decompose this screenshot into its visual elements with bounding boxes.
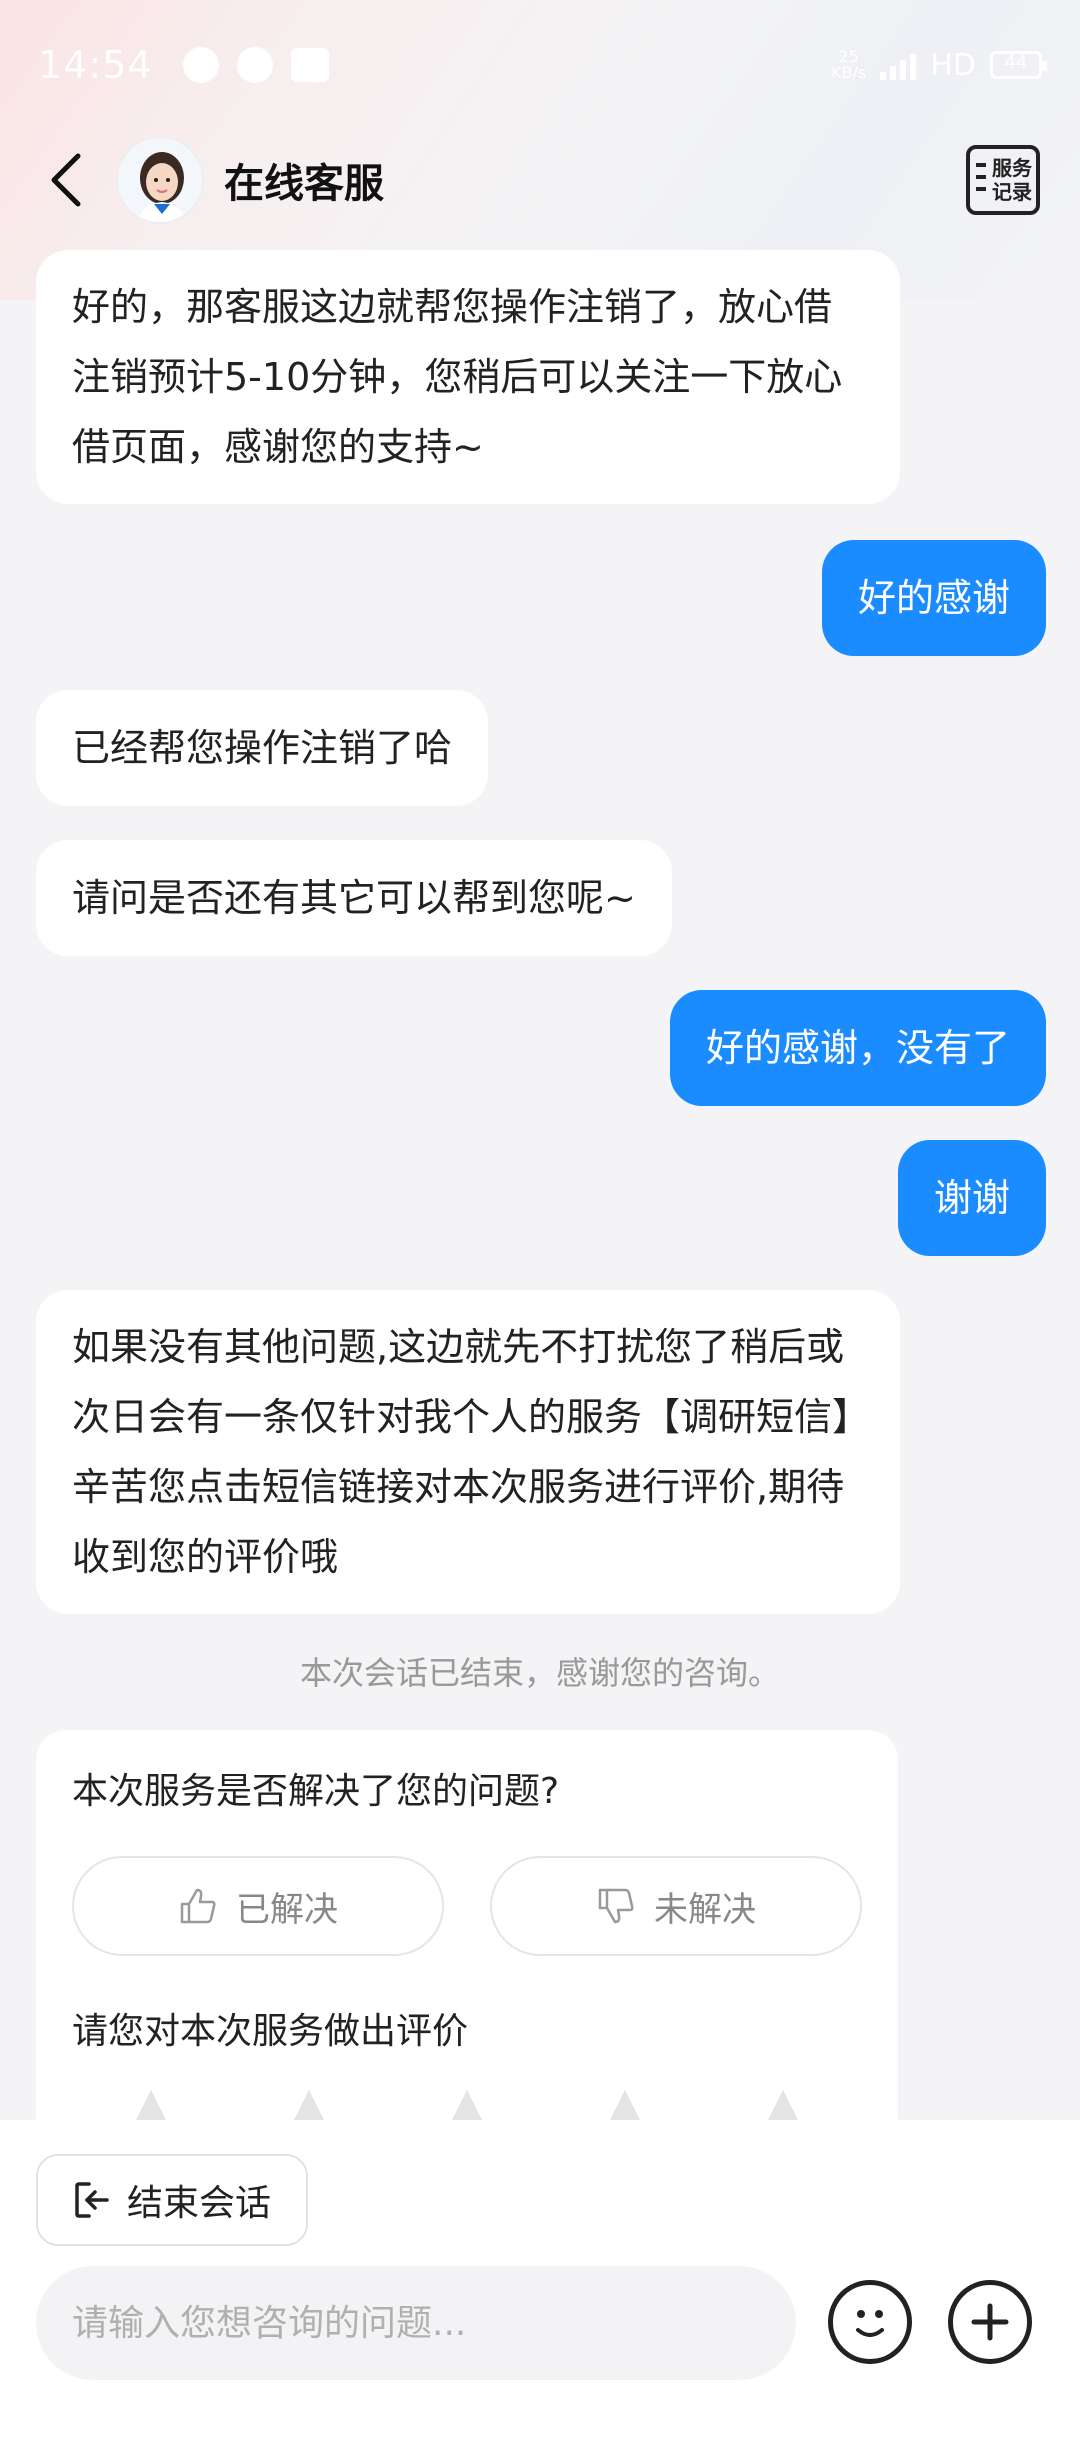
battery-level: 44 (1004, 52, 1028, 73)
service-record-button[interactable]: 服务 记录 (966, 145, 1040, 215)
network-speed: 25 KB/s (831, 47, 867, 82)
message-text: 谢谢 (933, 1176, 1010, 1220)
star-icon[interactable] (610, 2090, 640, 2120)
page-title: 在线客服 (224, 161, 384, 207)
message-user: 好的感谢 (821, 540, 1046, 656)
notification-circle-icon (182, 47, 219, 83)
agent-avatar (116, 136, 204, 224)
message-agent: 已经帮您操作注销了哈 (36, 690, 489, 806)
thumbs-up-icon (180, 1888, 216, 1924)
agent-avatar-image (118, 138, 202, 222)
survey-question: 本次服务是否解决了您的问题? (72, 1771, 560, 1812)
battery-icon: 44 (990, 51, 1047, 79)
message-text: 已经帮您操作注销了哈 (72, 726, 453, 770)
message-user: 好的感谢，没有了 (669, 990, 1046, 1106)
end-session-button[interactable]: 结束会话 (36, 2154, 308, 2246)
message-text: 如果没有其他问题,这边就先不打扰您了稍后或次日会有一条仅针对我个人的服务【调研短… (72, 1325, 852, 1579)
emoji-icon (856, 2310, 884, 2337)
status-bar: 14:54 25 KB/s HD 44 (0, 0, 1080, 130)
message-text: 好的感谢 (857, 576, 1010, 620)
status-right-icons: 25 KB/s HD 44 (831, 47, 1047, 83)
exit-icon (75, 2182, 109, 2218)
star-icon[interactable] (294, 2090, 324, 2120)
message-agent: 好的，那客服这边就帮您操作注销了，放心借注销预计5-10分钟，您稍后可以关注一下… (36, 250, 900, 504)
message-user: 谢谢 (897, 1140, 1046, 1256)
service-record-label-2: 记录 (992, 180, 1032, 204)
star-icon[interactable] (768, 2090, 798, 2120)
bottom-bar: 结束会话 (0, 2120, 1080, 2460)
back-button[interactable] (40, 150, 90, 210)
star-icon[interactable] (452, 2090, 482, 2120)
unresolved-button[interactable]: 未解决 (490, 1856, 862, 1956)
unresolved-label: 未解决 (654, 1889, 756, 1930)
status-time: 14:54 (38, 43, 153, 87)
message-input[interactable] (36, 2266, 796, 2380)
rating-stars (72, 2090, 862, 2120)
message-text: 好的，那客服这边就帮您操作注销了，放心借注销预计5-10分钟，您稍后可以关注一下… (72, 285, 843, 469)
message-agent: 请问是否还有其它可以帮到您呢~ (36, 840, 672, 956)
app-notification-icon (290, 48, 329, 82)
service-record-icon (976, 163, 986, 167)
notification-icons (182, 47, 329, 83)
message-text: 好的感谢，没有了 (705, 1026, 1010, 1070)
signal-icon (880, 50, 917, 80)
rating-prompt: 请您对本次服务做出评价 (72, 2011, 469, 2052)
service-record-label-1: 服务 (992, 156, 1032, 180)
survey-card: 本次服务是否解决了您的问题? 已解决 未解决 请您对本次服务做出评价 (36, 1730, 898, 2150)
star-icon[interactable] (136, 2090, 166, 2120)
message-text: 请问是否还有其它可以帮到您呢~ (72, 876, 636, 920)
thumbs-down-icon (598, 1888, 634, 1924)
message-agent: 如果没有其他问题,这边就先不打扰您了稍后或次日会有一条仅针对我个人的服务【调研短… (36, 1290, 900, 1614)
end-session-label: 结束会话 (126, 2183, 271, 2224)
chat-header: 在线客服 服务 记录 (0, 130, 1080, 230)
plus-icon (971, 2303, 1009, 2341)
back-arrow-icon (51, 153, 81, 207)
hd-label: HD (930, 47, 976, 83)
resolved-button[interactable]: 已解决 (72, 1856, 444, 1956)
resolved-label: 已解决 (236, 1889, 338, 1930)
emoji-button[interactable] (828, 2280, 912, 2364)
plus-button[interactable] (948, 2280, 1032, 2364)
session-ended-note: 本次会话已结束，感谢您的咨询。 (299, 1654, 780, 1692)
survey-buttons: 已解决 未解决 (72, 1856, 862, 1956)
message-icon (236, 47, 273, 83)
